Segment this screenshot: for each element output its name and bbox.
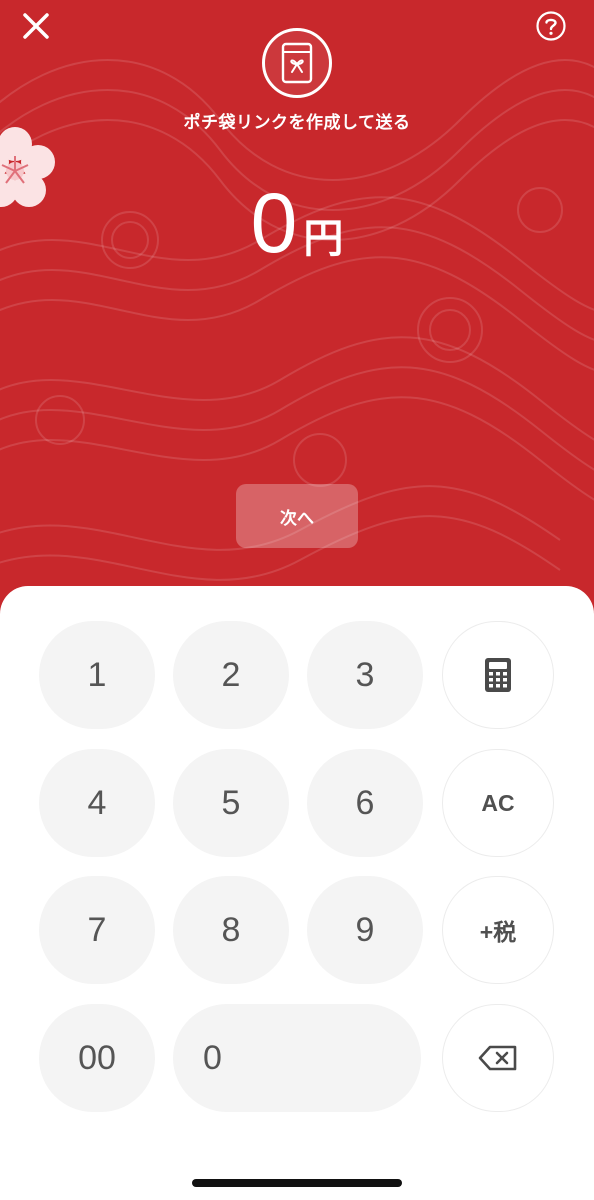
help-icon bbox=[536, 11, 566, 41]
calculator-icon bbox=[485, 658, 511, 692]
keypad: 1 2 3 4 5 6 AC 7 8 9 +税 00 0 bbox=[0, 586, 594, 1200]
key-5[interactable]: 5 bbox=[173, 749, 289, 857]
amount-panel: ポチ袋リンクを作成して送る 0 円 次へ bbox=[0, 0, 594, 620]
amount-display: 0 円 bbox=[0, 178, 594, 268]
key-2[interactable]: 2 bbox=[173, 621, 289, 729]
screen: ポチ袋リンクを作成して送る 0 円 次へ 1 2 3 4 5 6 AC 7 8 … bbox=[0, 0, 594, 1200]
page-title: ポチ袋リンクを作成して送る bbox=[183, 113, 411, 133]
key-4[interactable]: 4 bbox=[39, 749, 155, 857]
pochi-bukuro-icon-badge bbox=[262, 28, 332, 98]
key-6[interactable]: 6 bbox=[307, 749, 423, 857]
key-8[interactable]: 8 bbox=[173, 876, 289, 984]
backspace-button[interactable] bbox=[442, 1004, 554, 1112]
key-0[interactable]: 0 bbox=[173, 1004, 421, 1112]
help-button[interactable] bbox=[535, 10, 567, 42]
key-9[interactable]: 9 bbox=[307, 876, 423, 984]
key-7[interactable]: 7 bbox=[39, 876, 155, 984]
backspace-icon bbox=[478, 1045, 517, 1071]
all-clear-button[interactable]: AC bbox=[442, 749, 554, 857]
close-button[interactable] bbox=[18, 8, 54, 44]
home-indicator[interactable] bbox=[192, 1179, 402, 1187]
key-3[interactable]: 3 bbox=[307, 621, 423, 729]
key-1[interactable]: 1 bbox=[39, 621, 155, 729]
amount-value: 0 bbox=[250, 176, 298, 270]
add-tax-button[interactable]: +税 bbox=[442, 876, 554, 984]
close-icon bbox=[23, 13, 49, 39]
calculator-button[interactable] bbox=[442, 621, 554, 729]
key-00[interactable]: 00 bbox=[39, 1004, 155, 1112]
next-button[interactable]: 次へ bbox=[236, 484, 358, 548]
envelope-icon bbox=[281, 42, 313, 84]
amount-unit: 円 bbox=[303, 216, 344, 262]
